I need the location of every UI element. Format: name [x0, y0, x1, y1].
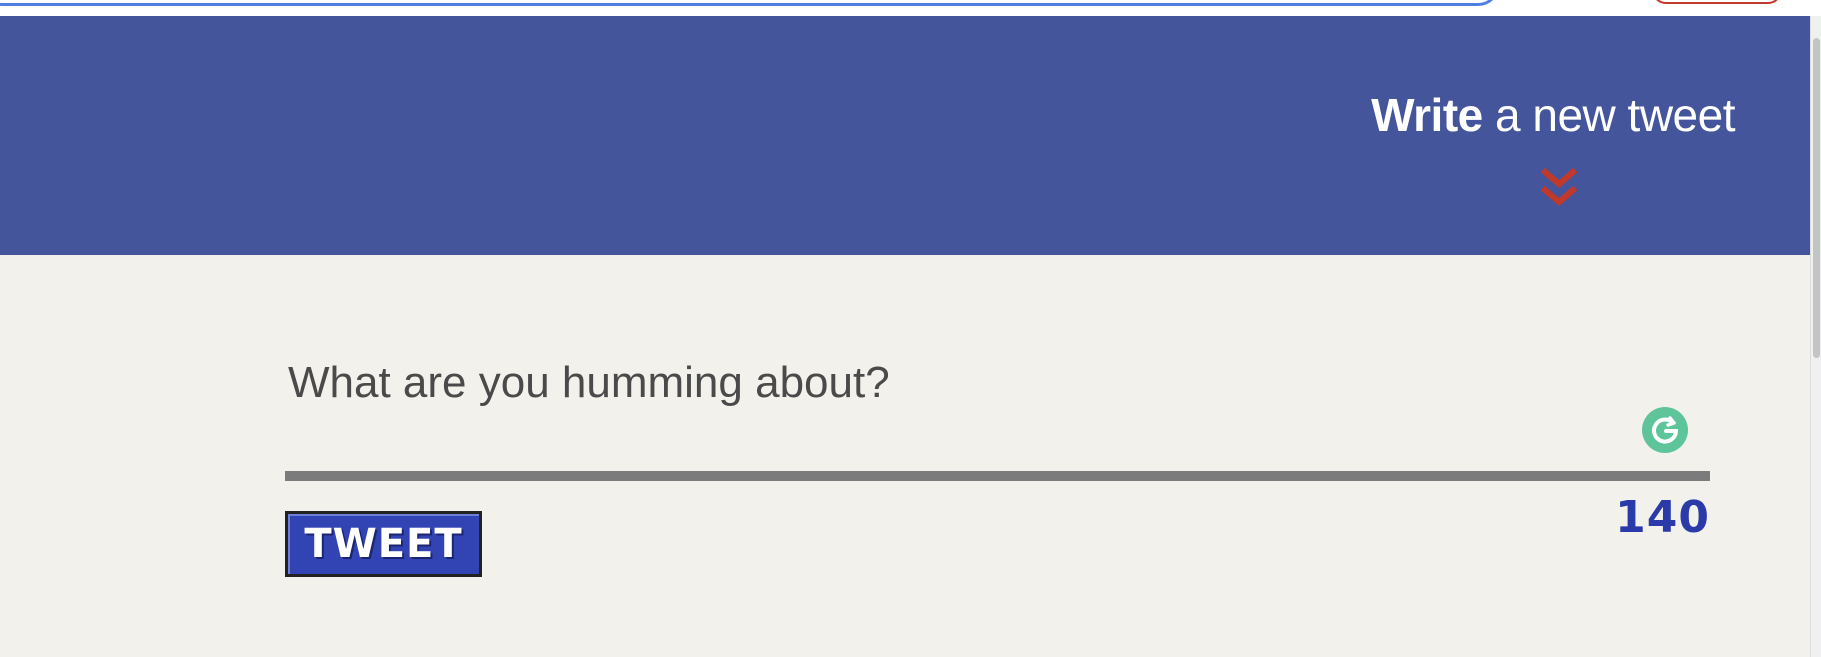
- grammarly-icon[interactable]: [1641, 406, 1689, 454]
- character-counter: 140: [1615, 492, 1710, 543]
- browser-extension-control[interactable]: [1652, 0, 1782, 4]
- page-title-bold: Write: [1371, 89, 1483, 141]
- page-header: Write a new tweet: [0, 16, 1810, 255]
- page-title-rest: a new tweet: [1482, 89, 1736, 141]
- browser-toolbar-strip: [0, 0, 1821, 16]
- page-scrollbar[interactable]: [1810, 16, 1821, 657]
- browser-address-field[interactable]: [0, 0, 1500, 6]
- tweet-composer: [285, 320, 1710, 485]
- double-chevron-down-icon[interactable]: [1539, 166, 1579, 216]
- scrollbar-thumb[interactable]: [1813, 38, 1820, 358]
- tweet-button[interactable]: TWEET: [285, 511, 482, 577]
- tweet-input[interactable]: [285, 320, 1710, 468]
- page-title: Write a new tweet: [1371, 88, 1735, 142]
- input-underline: [285, 471, 1710, 481]
